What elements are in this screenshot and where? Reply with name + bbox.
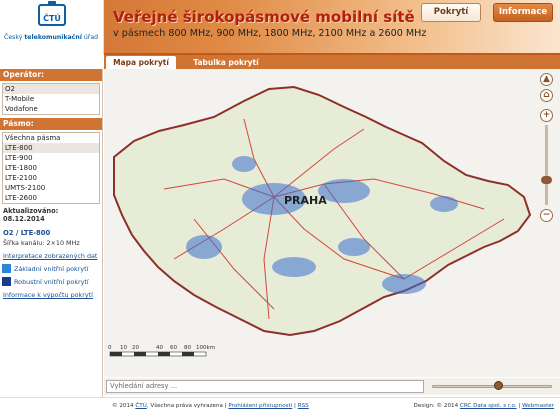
- crc-data-link[interactable]: CRC Data spol. s r.o.: [460, 403, 517, 409]
- logo-mark-text: ČTÚ: [43, 14, 61, 23]
- coverage-map[interactable]: PRAHA 0 10 20 40 60 80 100km ▲ ⌂ + −: [104, 69, 560, 377]
- zoom-in-icon[interactable]: +: [540, 109, 553, 122]
- copyright-prefix: © 2014: [112, 403, 136, 409]
- interpretation-link[interactable]: Interpretace zobrazených dat: [0, 252, 102, 260]
- webmaster-link[interactable]: Webmaster: [522, 403, 554, 409]
- scale-tick: 60: [170, 345, 177, 351]
- zoom-out-icon[interactable]: −: [540, 209, 553, 222]
- ctu-logo[interactable]: ČTÚ Český telekomunikační úřad: [0, 0, 104, 55]
- legend-item-robust: Robustní vnitřní pokrytí: [0, 277, 102, 286]
- update-date: 08.12.2014: [3, 215, 45, 223]
- logo-text-prefix: Český: [4, 34, 25, 41]
- band-item-lte-2100[interactable]: LTE-2100: [3, 173, 99, 183]
- operator-heading: Operátor:: [0, 69, 102, 81]
- tab-coverage-map[interactable]: Mapa pokrytí: [106, 56, 176, 69]
- search-bar: Vyhledání adresy ...: [104, 378, 560, 395]
- footer: © 2014 ČTÚ, Všechna práva vyhrazena | Pr…: [0, 397, 560, 420]
- footer-design: Design: © 2014 CRC Data spol. s r.o. | W…: [414, 403, 554, 409]
- band-item-lte-2600[interactable]: LTE-2600: [3, 193, 99, 203]
- information-button[interactable]: Informace: [493, 3, 553, 22]
- update-label: Aktualizováno:: [3, 207, 59, 215]
- coverage-button[interactable]: Pokrytí: [421, 3, 481, 22]
- opacity-slider[interactable]: [432, 385, 552, 388]
- operator-item-o2[interactable]: O2: [3, 84, 99, 94]
- band-heading: Pásmo:: [0, 118, 102, 130]
- scale-tick: 0: [108, 345, 112, 351]
- logo-text-bold: telekomunikační: [24, 34, 82, 41]
- band-item-lte-800[interactable]: LTE-800: [3, 143, 99, 153]
- logo-text: Český telekomunikační úřad: [4, 34, 98, 41]
- band-list: Všechna pásma LTE-800 LTE-900 LTE-1800 L…: [2, 132, 100, 204]
- page-subtitle: v pásmech 800 MHz, 900 MHz, 1800 MHz, 21…: [113, 28, 427, 39]
- address-search-input[interactable]: Vyhledání adresy ...: [106, 380, 424, 393]
- legend-label-robust: Robustní vnitřní pokrytí: [14, 277, 89, 286]
- home-icon[interactable]: ⌂: [540, 89, 553, 102]
- legend-swatch-basic: [2, 264, 11, 273]
- design-prefix: Design: © 2014: [413, 403, 460, 409]
- legend-swatch-robust: [2, 277, 11, 286]
- scale-tick: 40: [156, 345, 163, 351]
- operator-item-t-mobile[interactable]: T-Mobile: [3, 94, 99, 104]
- tab-bar: Mapa pokrytí Tabulka pokrytí: [104, 55, 560, 69]
- country-shape: [113, 85, 532, 337]
- selection-title: O2 / LTE-800: [3, 229, 51, 237]
- city-label-praha: PRAHA: [284, 194, 327, 207]
- scale-tick: 80: [184, 345, 191, 351]
- rss-link[interactable]: RSS: [298, 403, 309, 409]
- footer-copyright: © 2014 ČTÚ, Všechna práva vyhrazena | Pr…: [112, 403, 309, 409]
- update-info: Aktualizováno: 08.12.2014: [0, 207, 102, 223]
- pan-up-icon[interactable]: ▲: [540, 73, 553, 86]
- scale-tick: 100km: [196, 345, 215, 351]
- copyright-text: , Všechna práva vyhrazena |: [146, 403, 229, 409]
- calculation-info-link[interactable]: Informace k výpočtu pokrytí: [0, 291, 102, 299]
- legend-item-basic: Základní vnitřní pokrytí: [0, 264, 102, 273]
- scale-tick: 10: [120, 345, 127, 351]
- operator-item-vodafone[interactable]: Vodafone: [3, 104, 99, 114]
- page-title: Veřejné širokopásmové mobilní sítě: [113, 8, 415, 26]
- header: ČTÚ Český telekomunikační úřad Veřejné š…: [0, 0, 560, 55]
- band-item-lte-900[interactable]: LTE-900: [3, 153, 99, 163]
- scale-bar: [109, 351, 207, 357]
- legend-label-basic: Základní vnitřní pokrytí: [14, 264, 89, 273]
- logo-text-suffix: úřad: [81, 34, 99, 41]
- ctu-link[interactable]: ČTÚ: [135, 403, 146, 409]
- band-item-lte-1800[interactable]: LTE-1800: [3, 163, 99, 173]
- zoom-thumb[interactable]: [541, 176, 552, 184]
- band-item-umts-2100[interactable]: UMTS-2100: [3, 183, 99, 193]
- scale-tick: 20: [132, 345, 139, 351]
- band-item-all[interactable]: Všechna pásma: [3, 133, 99, 143]
- zoom-track[interactable]: [545, 125, 548, 205]
- sidebar: Operátor: O2 T-Mobile Vodafone Pásmo: Vš…: [0, 69, 103, 399]
- map-canvas[interactable]: PRAHA 0 10 20 40 60 80 100km: [104, 69, 560, 377]
- tab-coverage-table[interactable]: Tabulka pokrytí: [186, 56, 266, 69]
- channel-width: Šířka kanálu: 2×10 MHz: [3, 239, 80, 247]
- accessibility-link[interactable]: Prohlášení přístupnosti: [228, 403, 292, 409]
- operator-list: O2 T-Mobile Vodafone: [2, 83, 100, 115]
- logo-mark: ČTÚ: [38, 4, 66, 26]
- opacity-slider-thumb[interactable]: [494, 381, 503, 390]
